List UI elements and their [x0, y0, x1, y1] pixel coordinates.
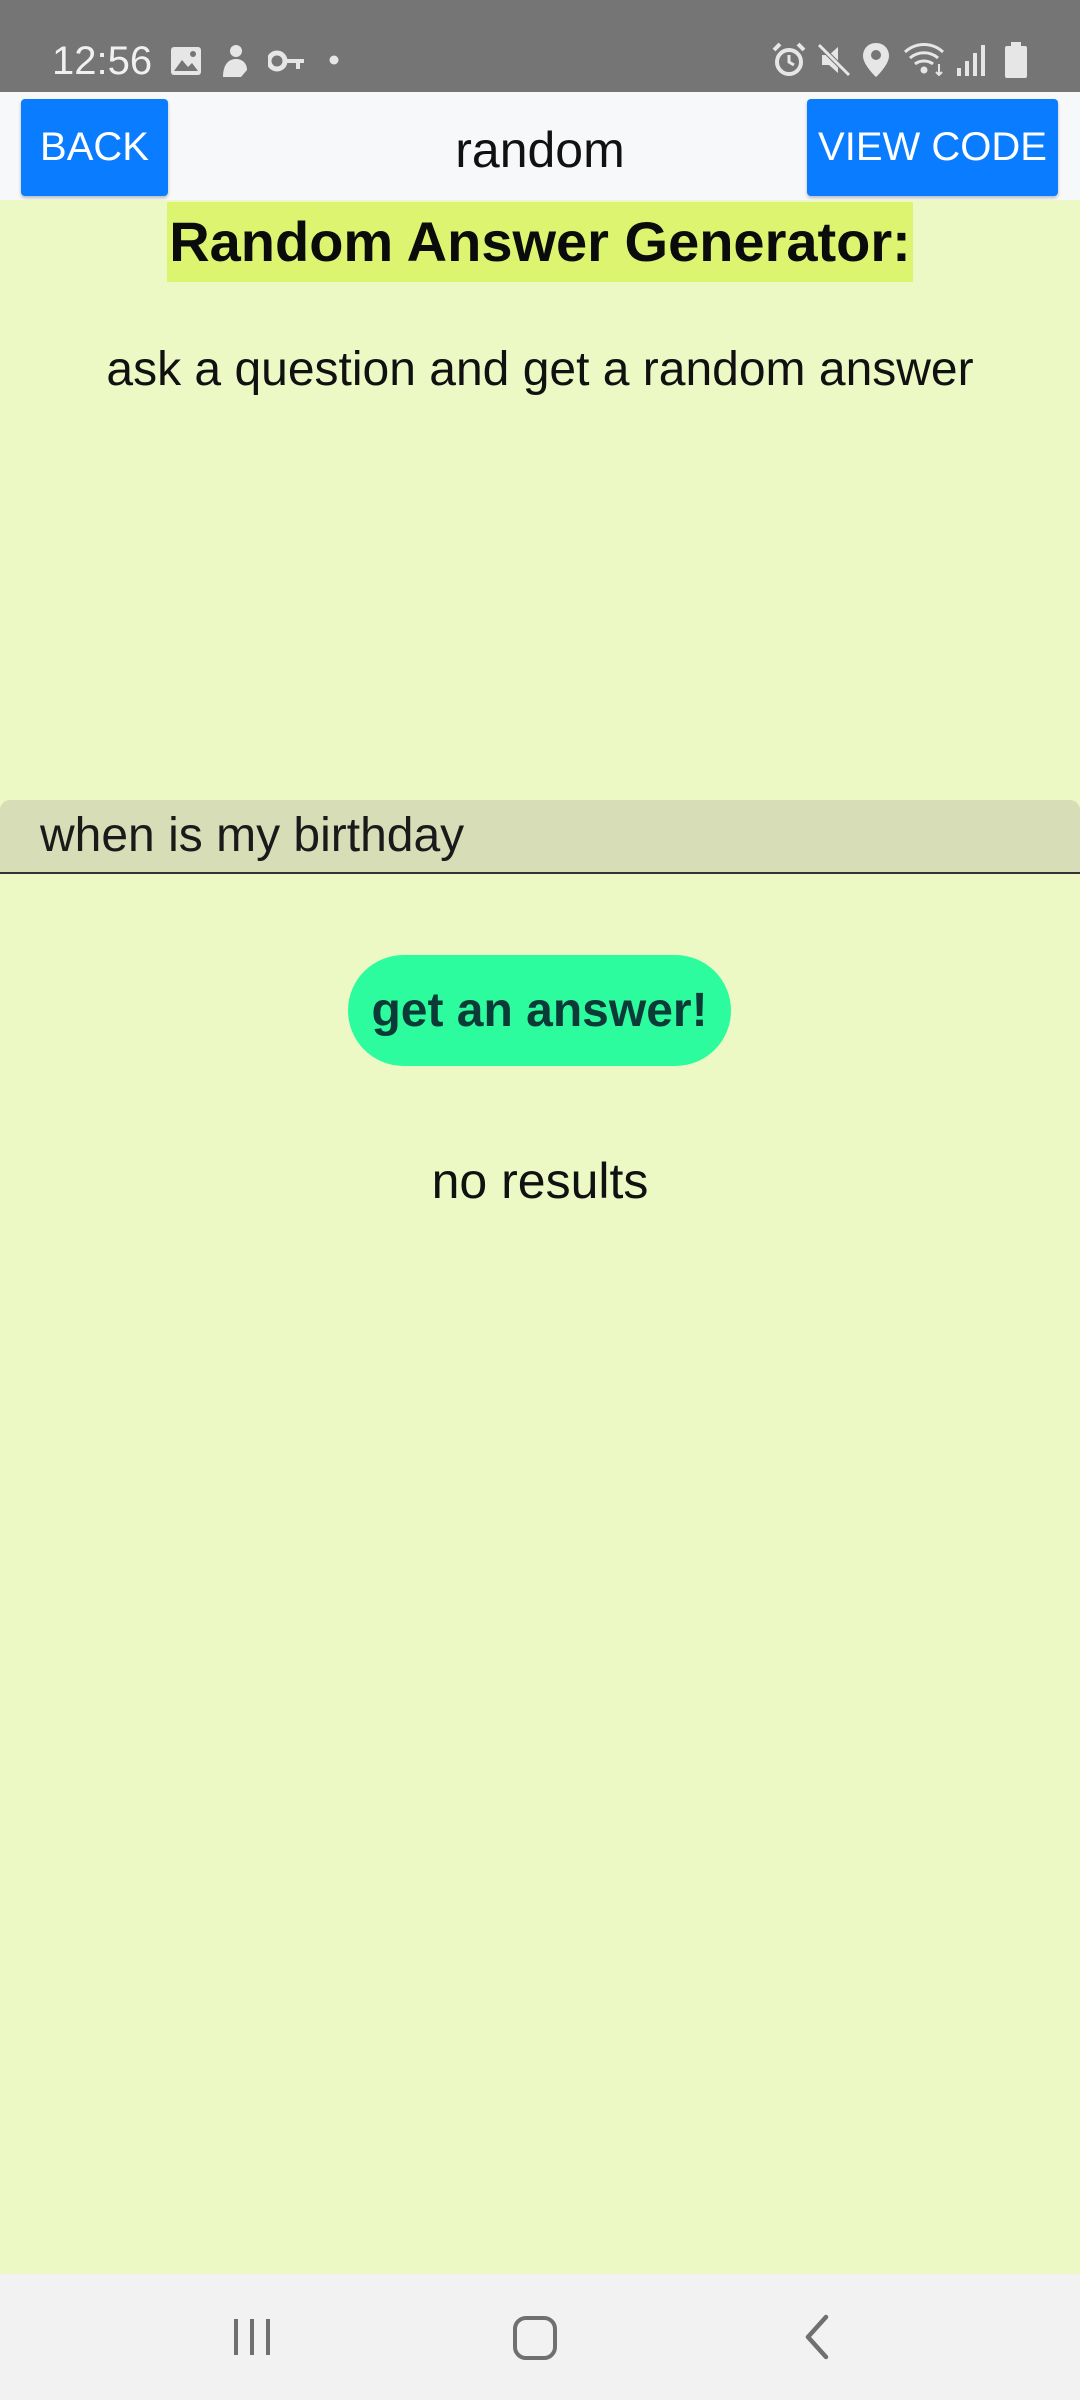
view-code-button[interactable]: VIEW CODE [807, 99, 1058, 196]
status-time: 12:56 [52, 39, 153, 83]
wifi-icon [903, 42, 945, 76]
navigation-bar [0, 2274, 1080, 2400]
mute-icon [816, 42, 852, 78]
get-answer-button[interactable]: get an answer! [348, 955, 731, 1066]
back-icon[interactable] [800, 2313, 834, 2361]
person-icon [219, 44, 249, 78]
page-title: Random Answer Generator: [167, 202, 913, 282]
page-header-title: random [455, 122, 625, 178]
back-button[interactable]: BACK [21, 99, 168, 196]
title-container: Random Answer Generator: [0, 200, 1080, 282]
result-text: no results [431, 1153, 649, 1209]
key-icon [268, 50, 306, 72]
image-icon [170, 46, 202, 76]
subtitle: ask a question and get a random answer [106, 343, 974, 396]
app-header: BACK random VIEW CODE [0, 92, 1080, 200]
question-input[interactable] [0, 800, 1080, 874]
main-content: Random Answer Generator: ask a question … [0, 200, 1080, 2274]
dot-icon [329, 55, 339, 65]
location-icon [862, 42, 890, 78]
battery-icon [1004, 42, 1028, 78]
status-bar: 12:56 [0, 0, 1080, 92]
home-icon[interactable] [512, 2313, 558, 2361]
signal-icon [955, 44, 987, 76]
recent-apps-icon[interactable] [230, 2313, 274, 2361]
alarm-icon [771, 42, 807, 78]
